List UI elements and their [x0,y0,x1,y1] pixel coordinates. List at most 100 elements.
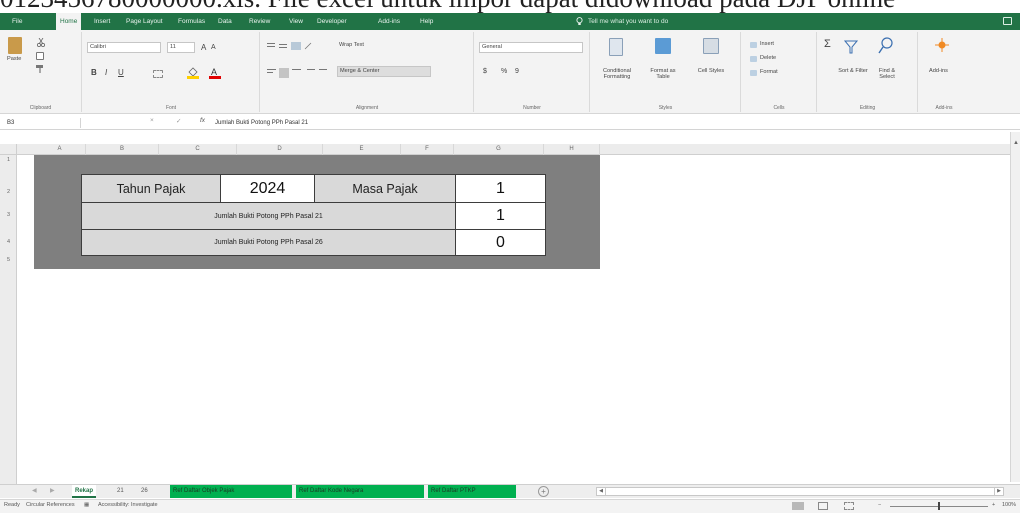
insert-button[interactable]: Insert [760,41,774,47]
row-header-1[interactable]: 1 [0,157,17,163]
vertical-align-icons[interactable] [267,42,313,50]
tab-view[interactable]: View [289,13,303,30]
cell-pph21-label[interactable]: Jumlah Bukti Potong PPh Pasal 21 [81,202,456,230]
column-header-g[interactable]: G [454,144,544,155]
add-sheet-button[interactable]: + [538,486,549,497]
format-as-table-icon[interactable] [655,38,671,54]
autosum-button[interactable]: Σ [824,38,831,50]
name-box[interactable]: B3 [3,118,81,128]
column-header-h[interactable]: H [544,144,600,155]
add-ins-icon[interactable] [935,38,949,52]
format-as-table-button[interactable]: Format as Table [647,68,679,80]
status-accessibility[interactable]: Accessibility: Investigate [98,502,158,508]
cell-tahun-pajak-label[interactable]: Tahun Pajak [81,174,221,203]
zoom-out-button[interactable]: − [878,502,881,508]
add-ins-button[interactable]: Add-ins [929,68,948,74]
copy-icon[interactable] [36,52,44,60]
borders-icon[interactable] [153,70,163,78]
sheet-tab-21[interactable]: 21 [114,485,127,498]
tab-data[interactable]: Data [218,13,232,30]
find-select-button[interactable]: Find & Select [872,68,902,80]
tell-me-search[interactable]: Tell me what you want to do [576,13,668,30]
cell-styles-button[interactable]: Cell Styles [695,68,727,74]
row-header-4[interactable]: 4 [0,239,17,245]
format-painter-icon[interactable] [36,65,46,73]
tab-page-layout[interactable]: Page Layout [126,13,163,30]
sort-filter-button[interactable]: Sort & Filter [838,68,868,74]
format-button[interactable]: Format [760,69,778,75]
page-layout-view-icon[interactable] [818,502,828,510]
comma-style-button[interactable]: 9 [515,68,519,75]
scroll-left-icon[interactable]: ◀ [597,488,606,495]
column-header-e[interactable]: E [323,144,401,155]
column-header-a[interactable]: A [34,144,86,155]
percent-button[interactable]: % [501,68,507,75]
normal-view-icon[interactable] [792,502,804,510]
status-circular-references[interactable]: Circular References [26,502,75,508]
horizontal-align-icons[interactable] [267,68,327,78]
ribbon-display-options-icon[interactable] [1003,17,1012,25]
bold-button[interactable]: B [91,68,97,77]
tab-add-ins[interactable]: Add-ins [378,13,400,30]
insert-icon[interactable] [750,42,757,48]
tab-home[interactable]: Home [56,13,82,30]
cut-icon[interactable] [36,38,46,47]
tab-formulas[interactable]: Formulas [178,13,205,30]
grow-font-button[interactable]: A [201,43,206,52]
scroll-right-icon[interactable]: ▶ [994,488,1003,495]
paste-icon[interactable] [8,37,22,54]
column-header-f[interactable]: F [401,144,454,155]
sort-filter-icon[interactable] [844,38,858,54]
italic-button[interactable]: I [105,68,107,77]
font-name-field[interactable]: Calibri [87,42,161,53]
formula-input[interactable]: Jumlah Bukti Potong PPh Pasal 21 [215,118,308,128]
paste-label[interactable]: Paste [7,56,21,62]
cell-pph21-value[interactable]: 1 [455,202,546,230]
page-break-view-icon[interactable] [844,502,854,510]
enter-icon[interactable]: ✓ [176,117,181,125]
row-header-2[interactable]: 2 [0,189,17,195]
row-header-3[interactable]: 3 [0,212,17,218]
tab-file[interactable]: File [12,13,22,30]
scroll-up-icon[interactable]: ▲ [1013,140,1019,146]
sheet-tab-rekap[interactable]: Rekap [72,485,97,498]
tab-developer[interactable]: Developer [317,13,347,30]
merge-center-button[interactable]: Merge & Center [337,66,431,77]
fill-color-icon[interactable] [187,66,199,79]
insert-function-icon[interactable]: fx [200,117,205,124]
zoom-in-button[interactable]: + [992,502,995,508]
cell-tahun-pajak-value[interactable]: 2024 [220,174,315,203]
cancel-icon[interactable]: × [150,117,154,124]
vertical-scrollbar[interactable]: ▲ [1010,132,1020,482]
font-size-field[interactable]: 11 [167,42,195,53]
column-header-d[interactable]: D [237,144,323,155]
zoom-level[interactable]: 100% [1002,502,1016,508]
zoom-slider-thumb[interactable] [938,502,940,510]
macro-record-icon[interactable]: ▦ [84,502,89,508]
font-color-icon[interactable]: A [209,66,221,79]
conditional-formatting-button[interactable]: Conditional Formatting [597,68,637,80]
conditional-formatting-icon[interactable] [609,38,623,56]
cell-masa-pajak-value[interactable]: 1 [455,174,546,203]
row-header-5[interactable]: 5 [0,257,17,263]
sheet-tab-ref-ptkp[interactable]: Ref Daftar PTKP [428,485,516,498]
cell-pph26-value[interactable]: 0 [455,229,546,256]
format-icon[interactable] [750,70,757,76]
tab-insert[interactable]: Insert [94,13,110,30]
prev-sheet-icon[interactable]: ◀ [32,487,37,494]
cell-styles-icon[interactable] [703,38,719,54]
horizontal-scrollbar[interactable]: ◀ ▶ [596,487,1004,496]
delete-icon[interactable] [750,56,757,62]
shrink-font-button[interactable]: A [211,44,216,51]
wrap-text-button[interactable]: Wrap Text [339,42,364,48]
tab-review[interactable]: Review [249,13,270,30]
next-sheet-icon[interactable]: ▶ [50,487,55,494]
column-header-c[interactable]: C [159,144,237,155]
column-header-b[interactable]: B [86,144,159,155]
number-format-field[interactable]: General [479,42,583,53]
underline-button[interactable]: U [118,68,124,77]
delete-button[interactable]: Delete [760,55,776,61]
sheet-tab-26[interactable]: 26 [138,485,151,498]
currency-button[interactable]: $ [483,68,487,75]
cell-pph26-label[interactable]: Jumlah Bukti Potong PPh Pasal 26 [81,229,456,256]
